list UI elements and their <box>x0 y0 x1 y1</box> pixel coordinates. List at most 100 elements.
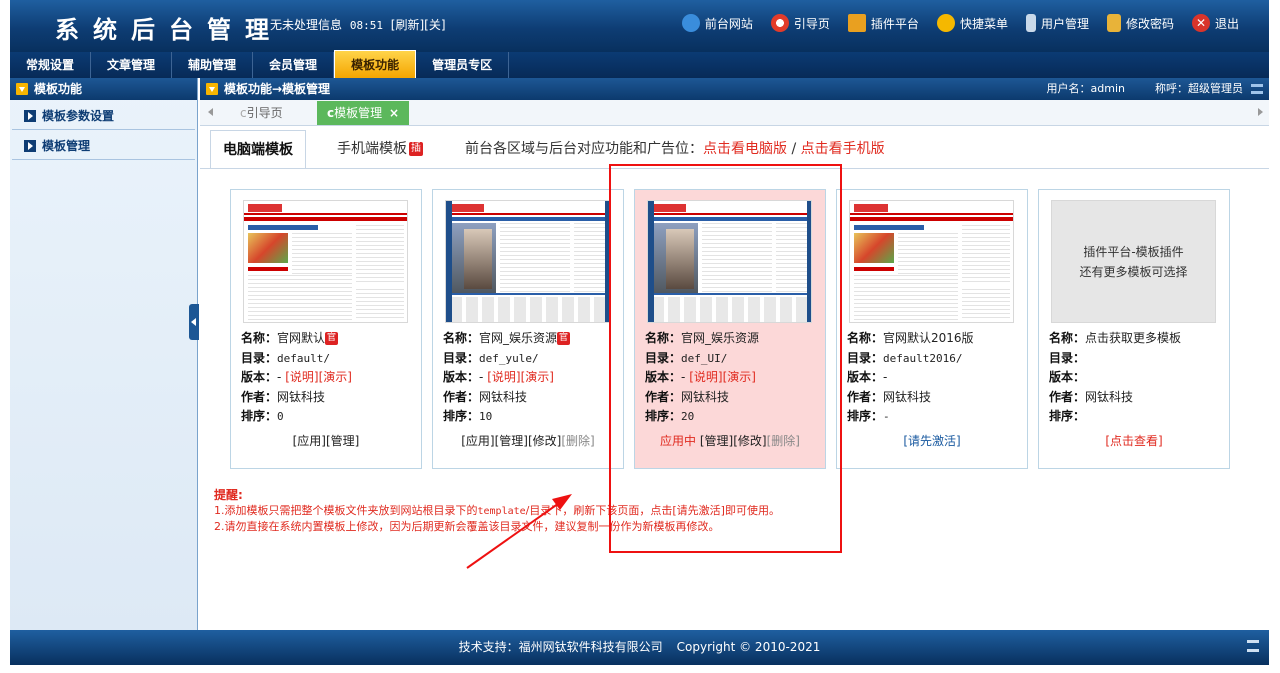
view-mobile-link[interactable]: 点击看手机版 <box>801 141 885 157</box>
template-thumbnail <box>445 200 610 323</box>
view-pc-link[interactable]: 点击看电脑版 <box>703 141 787 157</box>
page-tabs: c引导页 c模板管理 × <box>200 100 1269 126</box>
demo-link[interactable]: [演示] <box>319 370 352 384</box>
front-site-link[interactable]: 前台网站 <box>681 14 753 32</box>
tab-scroll-right-icon[interactable] <box>1258 108 1263 116</box>
store-icon <box>847 14 866 32</box>
lifebuoy-icon <box>770 14 789 32</box>
template-card: 名称：官网默认官 目录：default/ 版本：- [说明][演示] 作者：网钛… <box>230 189 422 469</box>
support-text: 技术支持：福州网钛软件科技有限公司 <box>458 640 663 654</box>
breadcrumb: 模板功能→模板管理 <box>224 82 331 96</box>
collapse-sidebar-button[interactable] <box>189 304 199 340</box>
tab-mobile-templates[interactable]: 手机端模板插 <box>325 130 435 169</box>
delete-button[interactable]: [删除] <box>561 434 594 448</box>
sidebar-item-template-params[interactable]: 模板参数设置 <box>12 102 195 130</box>
template-dir: def_yule/ <box>479 351 539 365</box>
collapse-footer-icon[interactable] <box>1247 640 1259 652</box>
username: 用户名：admin <box>1046 82 1125 95</box>
lock-icon <box>1106 14 1121 32</box>
user-info: 用户名：admin 称呼：超级管理员 <box>1017 78 1243 100</box>
refresh-link[interactable]: [刷新] <box>391 18 424 32</box>
manage-button[interactable]: [管理] <box>495 434 528 448</box>
header-links: 前台网站 引导页 插件平台 快捷菜单 用户管理 修改密码 ✕ 退出 <box>681 14 1239 32</box>
tab-template-manage[interactable]: c模板管理 × <box>317 101 410 125</box>
message-area: 无未处理信息 08:51 [刷新][关] <box>270 16 446 33</box>
plugin-badge: 插 <box>409 142 423 156</box>
template-card: 名称：官网默认2016版 目录：default2016/ 版本：- 作者：网钛科… <box>836 189 1028 469</box>
apply-button[interactable]: [应用] <box>293 434 326 448</box>
tab-scroll-left-icon[interactable] <box>208 108 213 116</box>
doc-link[interactable]: [说明] <box>285 370 318 384</box>
main-nav: 常规设置 文章管理 辅助管理 会员管理 模板功能 管理员专区 <box>10 50 1269 78</box>
close-link[interactable]: [关] <box>424 18 445 32</box>
tab-home[interactable]: c引导页 <box>230 101 293 125</box>
template-type-tabs: 电脑端模板 手机端模板插 前台各区域与后台对应功能和广告位：点击看电脑版 / 点… <box>200 130 1269 169</box>
nav-item-articles[interactable]: 文章管理 <box>91 52 173 78</box>
template-order: 10 <box>479 410 493 423</box>
app-window: 系统后台管理 无未处理信息 08:51 [刷新][关] 前台网站 引导页 插件平… <box>10 0 1269 665</box>
header: 系统后台管理 无未处理信息 08:51 [刷新][关] 前台网站 引导页 插件平… <box>10 0 1269 52</box>
template-name: 点击获取更多模板 <box>1085 331 1182 345</box>
template-author: 网钛科技 <box>1085 389 1134 404</box>
official-badge: 官 <box>557 332 571 345</box>
footer: 技术支持：福州网钛软件科技有限公司 Copyright © 2010-2021 <box>10 630 1269 665</box>
role: 称呼：超级管理员 <box>1155 82 1243 95</box>
nav-item-templates[interactable]: 模板功能 <box>334 50 417 78</box>
activate-button[interactable]: [请先激活] <box>903 434 960 448</box>
circle-icon <box>936 14 955 32</box>
content-panel: 模板功能→模板管理 用户名：admin 称呼：超级管理员 c引导页 c模板管理 ×… <box>200 78 1269 630</box>
left-panel: 模板功能 模板参数设置 模板管理 <box>10 78 198 630</box>
template-author: 网钛科技 <box>883 389 932 404</box>
apply-button[interactable]: [应用] <box>461 434 494 448</box>
change-password-link[interactable]: 修改密码 <box>1106 14 1174 32</box>
template-version: - <box>883 370 888 384</box>
quick-menu-link[interactable]: 快捷菜单 <box>936 14 1008 32</box>
template-author: 网钛科技 <box>479 389 528 404</box>
template-name: 官网_娱乐资源 <box>479 331 558 345</box>
template-name: 官网默认 <box>277 331 326 345</box>
template-order: - <box>883 410 890 423</box>
view-more-button[interactable]: [点击查看] <box>1105 434 1162 448</box>
official-badge: 官 <box>325 332 339 345</box>
play-icon <box>24 139 36 152</box>
logout-link[interactable]: ✕ 退出 <box>1191 14 1239 32</box>
page-title: 系统后台管理 <box>55 16 283 44</box>
doc-link[interactable]: [说明] <box>487 370 520 384</box>
down-arrow-icon <box>16 83 28 95</box>
globe-icon <box>681 14 700 32</box>
guide-link[interactable]: 引导页 <box>770 14 830 32</box>
nav-item-members[interactable]: 会员管理 <box>253 52 335 78</box>
nav-item-general[interactable]: 常规设置 <box>10 52 92 78</box>
user-manage-link[interactable]: 用户管理 <box>1025 14 1089 32</box>
plugin-platform-link[interactable]: 插件平台 <box>847 14 919 32</box>
content-header: 模板功能→模板管理 用户名：admin 称呼：超级管理员 <box>200 78 1269 100</box>
template-thumbnail <box>243 200 408 323</box>
down-arrow-icon <box>206 83 218 95</box>
tab-close-icon[interactable]: × <box>389 106 399 120</box>
clock: 08:51 <box>349 19 383 32</box>
template-version: - <box>277 370 282 384</box>
nav-item-auxiliary[interactable]: 辅助管理 <box>172 52 254 78</box>
play-icon <box>24 109 36 122</box>
template-thumbnail <box>849 200 1014 323</box>
refresh-icon: c <box>240 106 247 120</box>
sidebar-item-template-manage[interactable]: 模板管理 <box>12 132 195 160</box>
user-icon <box>1025 14 1036 32</box>
area-info: 前台各区域与后台对应功能和广告位：点击看电脑版 / 点击看手机版 <box>465 141 885 157</box>
template-order: 0 <box>277 410 284 423</box>
expand-icon[interactable] <box>1251 84 1263 94</box>
nav-item-admin[interactable]: 管理员专区 <box>416 52 510 78</box>
demo-link[interactable]: [演示] <box>521 370 554 384</box>
more-templates-thumbnail[interactable]: 插件平台-模板插件 还有更多模板可选择 <box>1051 200 1216 323</box>
template-card: 名称：官网_娱乐资源官 目录：def_yule/ 版本：- [说明][演示] 作… <box>432 189 624 469</box>
tab-pc-templates[interactable]: 电脑端模板 <box>210 130 306 169</box>
edit-button[interactable]: [修改] <box>528 434 561 448</box>
message-text: 无未处理信息 <box>270 18 343 32</box>
manage-button[interactable]: [管理] <box>326 434 359 448</box>
left-panel-header: 模板功能 <box>10 78 197 100</box>
template-version: - <box>479 370 484 384</box>
template-name: 官网默认2016版 <box>883 331 974 345</box>
more-templates-card: 插件平台-模板插件 还有更多模板可选择 名称：点击获取更多模板 目录： 版本： 作… <box>1038 189 1230 469</box>
annotation-box <box>609 164 842 553</box>
close-circle-icon: ✕ <box>1191 14 1210 32</box>
